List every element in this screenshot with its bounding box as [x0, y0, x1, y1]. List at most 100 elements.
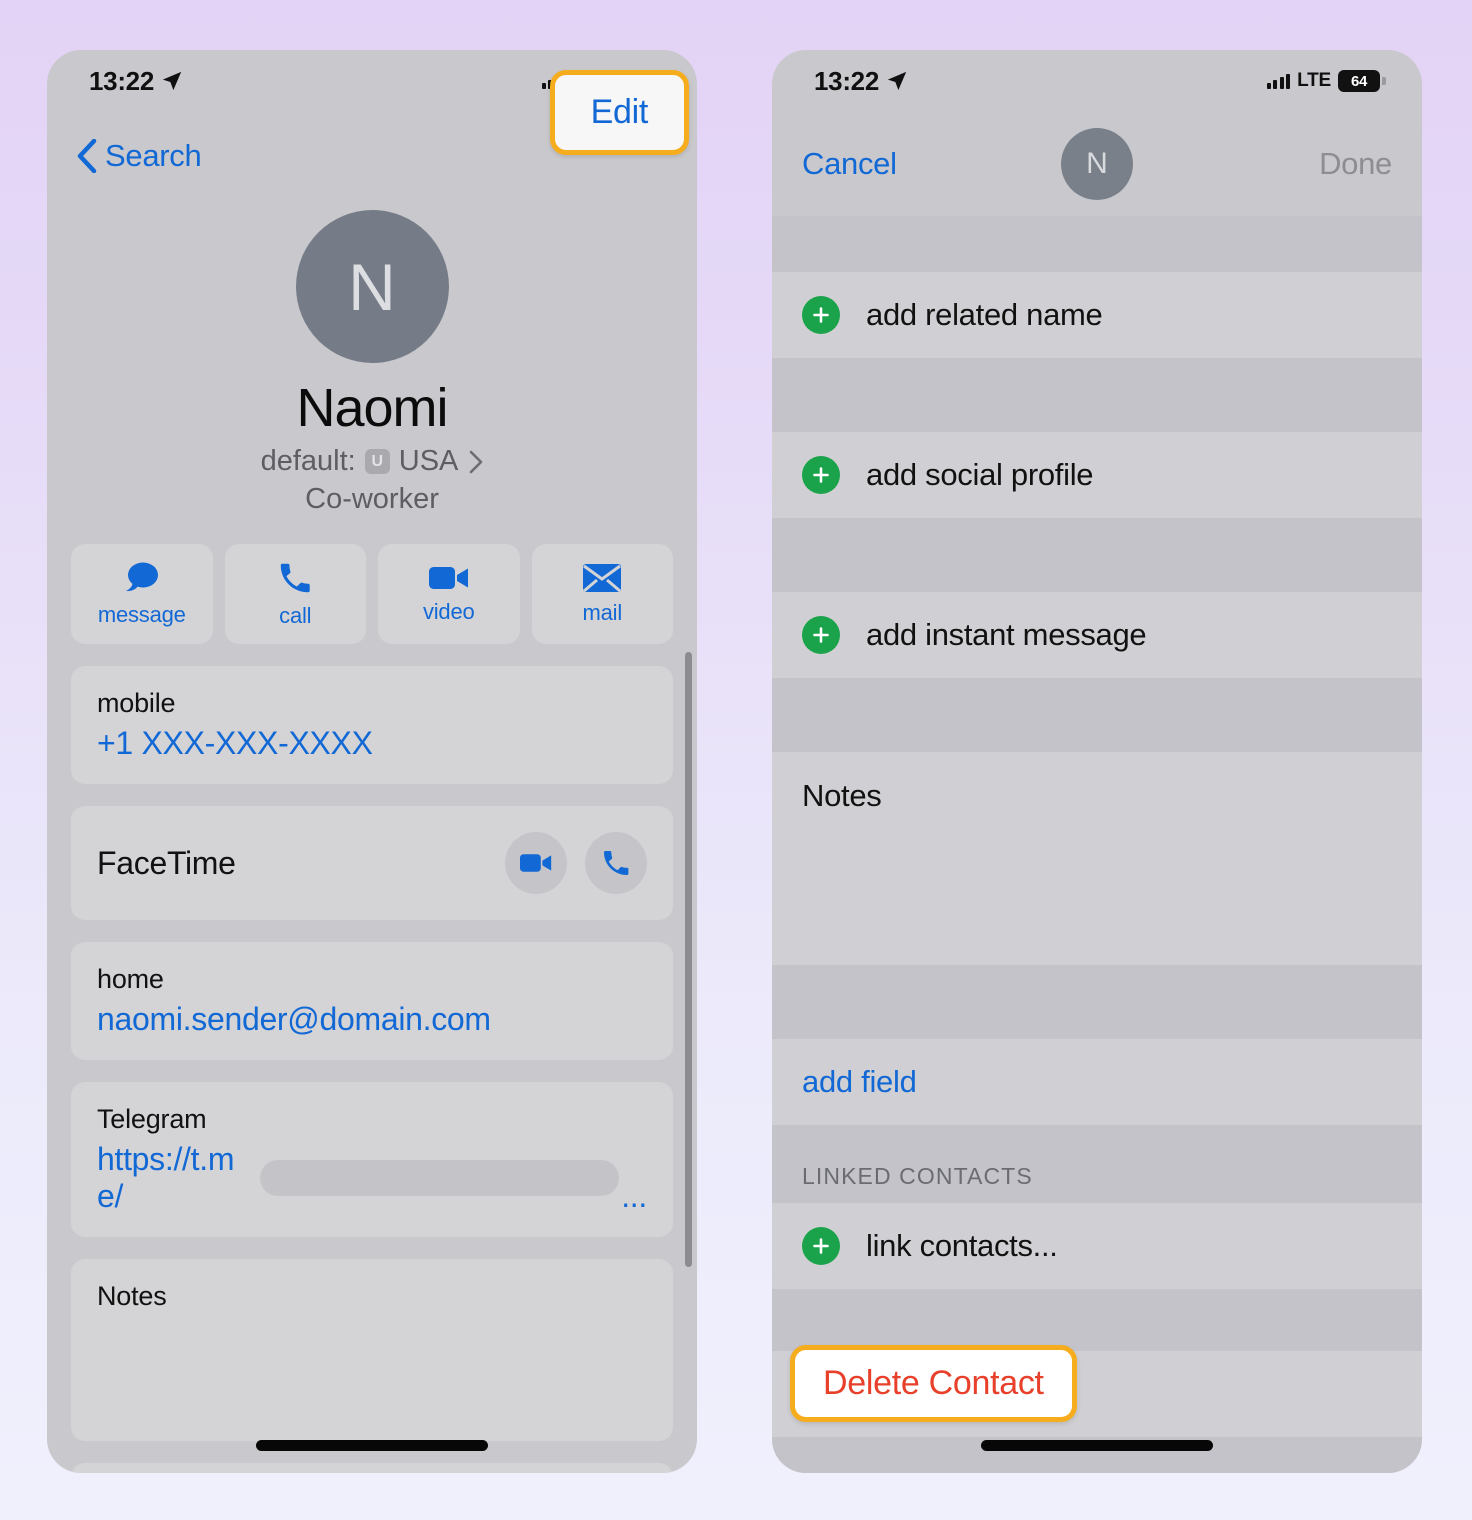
message-action-label: message — [97, 602, 186, 627]
phone-icon — [281, 563, 310, 593]
telegram-field[interactable]: Telegram https://t.me/ ... — [71, 1082, 673, 1237]
telegram-field-value[interactable]: https://t.me/ ... — [97, 1141, 647, 1215]
facetime-buttons — [505, 832, 647, 894]
delete-contact-row[interactable]: Delete Contact — [772, 1345, 1422, 1438]
contact-fields-list: mobile +1 XXX-XXX-XXXX FaceTime home nao… — [47, 644, 697, 1473]
battery-icon: 64 — [1338, 70, 1386, 92]
notes-edit-label: Notes — [802, 778, 882, 813]
home-indicator-left — [256, 1440, 488, 1451]
link-contacts-row[interactable]: link contacts... — [772, 1202, 1422, 1290]
back-to-search-button[interactable]: Search — [77, 138, 202, 174]
battery-level-label: 64 — [1350, 72, 1368, 90]
edit-fields-list: add related name add social profile add … — [772, 216, 1422, 1473]
mobile-field-label: mobile — [97, 688, 176, 718]
message-bubble-icon — [125, 562, 158, 592]
spacer — [772, 519, 1422, 591]
email-field-value[interactable]: naomi.sender@domain.com — [97, 1001, 647, 1038]
status-time-right: 13:22 — [814, 66, 908, 97]
facetime-video-button[interactable] — [505, 832, 567, 894]
spacer — [772, 359, 1422, 431]
add-related-name-row[interactable]: add related name — [772, 271, 1422, 359]
network-type-label: LTE — [1297, 70, 1331, 91]
status-indicators-right: LTE 64 — [1266, 70, 1386, 92]
contact-avatar[interactable]: N — [295, 210, 449, 363]
add-field-row[interactable]: add field — [772, 1038, 1422, 1126]
telegram-ellipsis: ... — [621, 1178, 647, 1214]
facetime-field: FaceTime — [71, 806, 673, 920]
notes-field[interactable]: Notes — [71, 1259, 673, 1441]
delete-contact-label: Delete Contact — [823, 1364, 1044, 1402]
spacer — [772, 1290, 1422, 1350]
facetime-audio-button[interactable] — [585, 832, 647, 894]
add-instant-message-row[interactable]: add instant message — [772, 591, 1422, 679]
telegram-url-text: https://t.me/ — [97, 1141, 235, 1214]
nav-bar-left: Search Edit — [47, 70, 697, 200]
location-arrow-icon — [887, 71, 907, 91]
delete-contact-button[interactable]: Delete Contact — [790, 1345, 1077, 1422]
status-bar-right: 13:22 LTE 64 — [772, 50, 1422, 112]
nav-bar-right: Cancel N Done — [772, 112, 1422, 216]
contact-relation-label: Co-worker — [305, 483, 439, 515]
back-button-label: Search — [105, 138, 202, 173]
email-field-label: home — [97, 964, 164, 994]
avatar-initial: N — [1086, 147, 1108, 180]
quick-actions-row: message call video mail — [47, 516, 697, 644]
contact-default-country-row[interactable]: default: U USA — [47, 445, 697, 478]
edit-button-label: Edit — [590, 93, 649, 131]
video-action-button[interactable]: video — [378, 544, 520, 644]
status-time-left: 13:22 — [89, 66, 183, 97]
phone-contact-detail: 13:22 LTE 64 Search Edit N Naomi default… — [47, 50, 697, 1473]
plus-circle-icon — [802, 1227, 840, 1265]
phone-icon — [604, 851, 629, 875]
linked-contacts-section-header: LINKED CONTACTS — [772, 1126, 1422, 1202]
done-button[interactable]: Done — [1319, 146, 1392, 182]
location-arrow-icon — [162, 71, 182, 91]
contact-name: Naomi — [296, 378, 448, 438]
status-time-text: 13:22 — [89, 65, 154, 96]
chevron-right-icon — [470, 450, 483, 473]
country-badge-icon: U — [364, 449, 390, 474]
edit-avatar[interactable]: N — [1061, 128, 1133, 200]
add-field-label: add field — [802, 1064, 917, 1099]
add-social-profile-label: add social profile — [866, 457, 1094, 492]
add-social-profile-row[interactable]: add social profile — [772, 431, 1422, 519]
avatar-initial: N — [348, 249, 396, 324]
video-action-label: video — [422, 599, 475, 624]
add-instant-message-label: add instant message — [866, 617, 1147, 652]
cancel-button[interactable]: Cancel — [802, 146, 897, 182]
linked-contacts-title: LINKED CONTACTS — [802, 1163, 1033, 1189]
contact-actions-card: Send Message Share Contact — [71, 1463, 673, 1473]
email-field[interactable]: home naomi.sender@domain.com — [71, 942, 673, 1060]
notes-edit-row[interactable]: Notes — [772, 751, 1422, 966]
chevron-left-icon — [77, 139, 97, 173]
call-action-button[interactable]: call — [224, 544, 366, 644]
notes-field-label: Notes — [97, 1281, 167, 1311]
redacted-username-bar — [259, 1160, 620, 1196]
spacer — [772, 966, 1422, 1038]
mail-action-label: mail — [582, 600, 623, 625]
plus-circle-icon — [802, 616, 840, 654]
status-time-text: 13:22 — [814, 65, 879, 96]
spacer — [772, 679, 1422, 751]
contact-header: N Naomi default: U USA Co-worker — [47, 200, 697, 516]
cellular-signal-icon — [1266, 73, 1291, 89]
call-action-label: call — [279, 603, 312, 628]
video-camera-icon — [520, 854, 552, 872]
mobile-phone-field[interactable]: mobile +1 XXX-XXX-XXXX — [71, 666, 673, 784]
country-badge-label: U — [371, 452, 384, 470]
mobile-field-value[interactable]: +1 XXX-XXX-XXXX — [97, 725, 647, 762]
telegram-field-label: Telegram — [97, 1104, 207, 1134]
spacer — [772, 216, 1422, 271]
edit-button[interactable]: Edit — [549, 70, 689, 155]
vertical-scrollbar[interactable] — [685, 652, 692, 1267]
phone-contact-edit: 13:22 LTE 64 Cancel N Done add related n… — [772, 50, 1422, 1473]
plus-circle-icon — [802, 296, 840, 334]
home-indicator-right — [981, 1440, 1213, 1451]
video-camera-icon — [428, 567, 468, 589]
message-action-button[interactable]: message — [71, 544, 213, 644]
default-country-label: USA — [398, 445, 459, 477]
mail-action-button[interactable]: mail — [531, 544, 673, 644]
facetime-field-label: FaceTime — [97, 844, 236, 881]
plus-circle-icon — [802, 456, 840, 494]
add-related-name-label: add related name — [866, 297, 1103, 332]
